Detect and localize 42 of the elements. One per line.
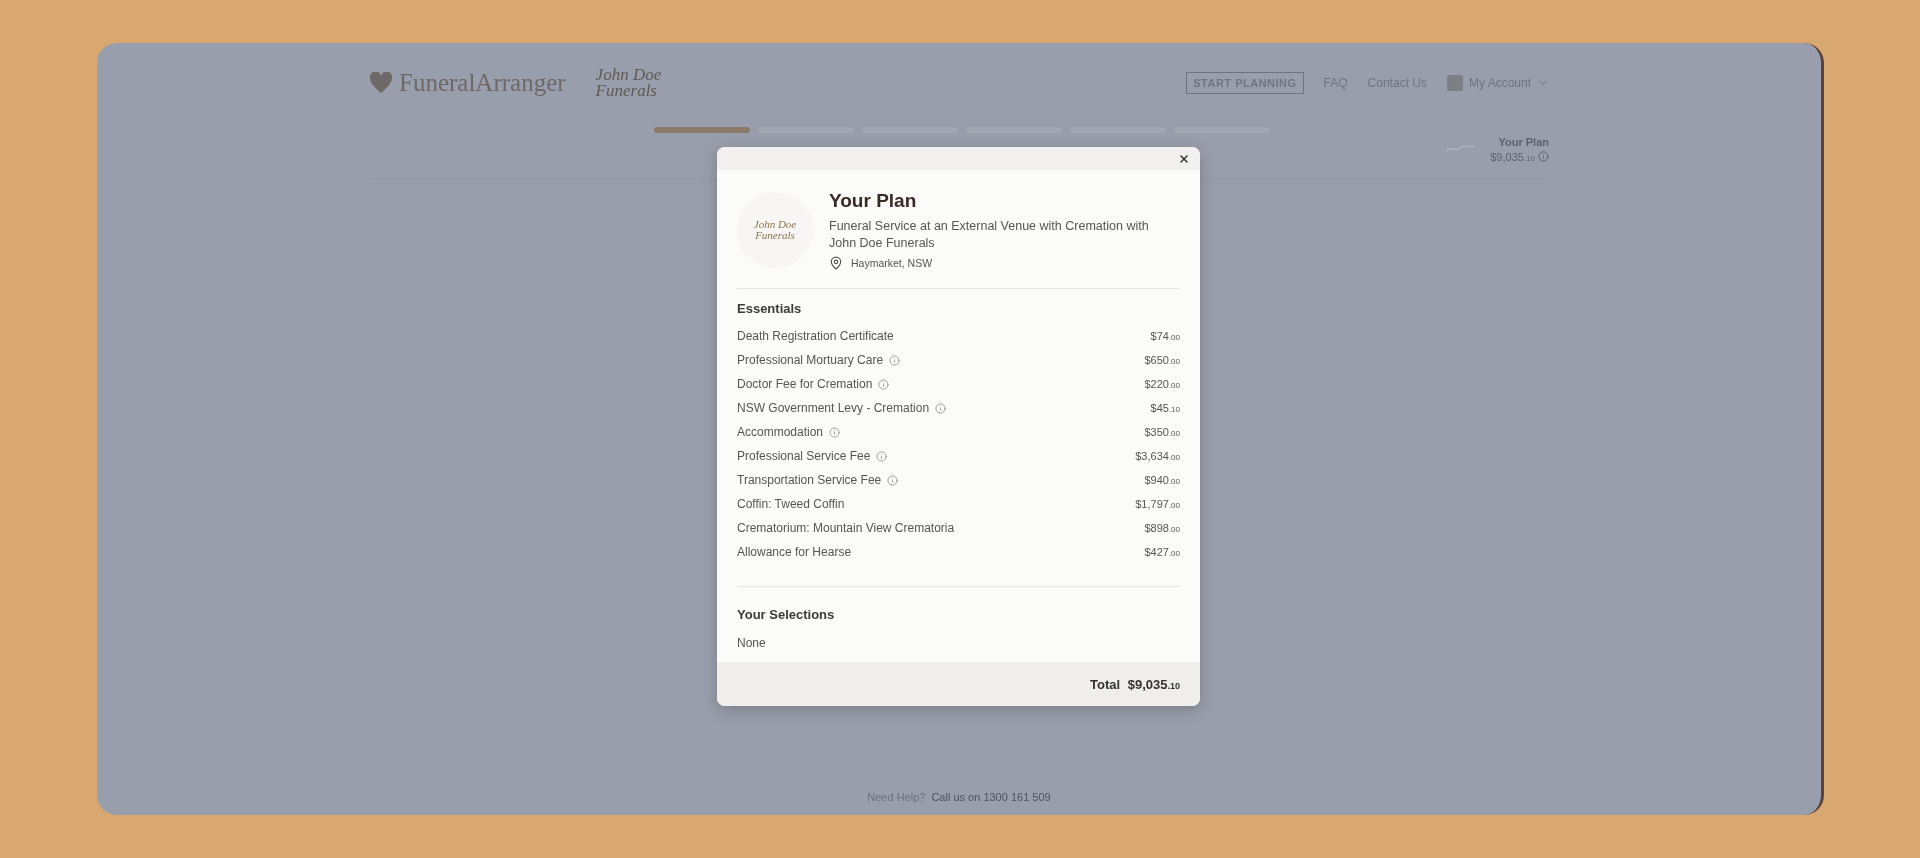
fee-name: Allowance for Hearse (737, 545, 852, 559)
plan-title: Your Plan (1498, 135, 1549, 148)
selections-text: None (737, 636, 767, 650)
help-phone-text: Call us on 1300 161 509 (931, 791, 1051, 803)
info-icon[interactable] (887, 474, 899, 486)
fee-name: Coffin: Tweed Coffin (737, 497, 845, 511)
brand-name: FuneralArranger (399, 69, 566, 97)
fee-price: $650.00 (1144, 354, 1180, 366)
fee-name: NSW Government Levy - Cremation (737, 401, 930, 415)
info-icon[interactable] (1538, 151, 1549, 162)
info-icon[interactable] (889, 354, 901, 366)
heart-logo-icon (369, 72, 393, 94)
fee-price: $45.10 (1150, 402, 1180, 414)
fee-price: $1,797.00 (1135, 498, 1180, 510)
fee-price: $898.00 (1144, 522, 1180, 534)
fee-name: Accommodation (737, 425, 824, 439)
section-heading: Your Selections (737, 607, 836, 622)
fee-price: $220.00 (1144, 378, 1180, 390)
info-icon[interactable] (876, 450, 888, 462)
fee-name: Professional Service Fee (737, 449, 871, 463)
fee-name: Transportation Service Fee (737, 473, 882, 487)
fee-price: $3,634.00 (1135, 450, 1180, 462)
fee-price: $350.00 (1144, 426, 1180, 438)
info-icon[interactable] (935, 402, 947, 414)
fee-price: $940.00 (1144, 474, 1180, 486)
plan-description: Funeral Service at an External Venue with Cremation with John Doe Funerals (829, 218, 1150, 252)
fee-price: $427.00 (1144, 546, 1180, 558)
location-text: Haymarket, NSW (851, 257, 933, 269)
info-icon[interactable] (878, 378, 890, 390)
info-icon[interactable] (829, 426, 841, 438)
close-button[interactable] (1178, 152, 1190, 165)
section-heading: Essentials (737, 301, 803, 316)
partner-logo: John Doe Funerals (595, 67, 663, 99)
fee-name: Professional Mortuary Care (737, 353, 884, 367)
dialog-title: Your Plan (829, 190, 918, 212)
fee-name: Death Registration Certificate (737, 329, 894, 343)
fee-name: Doctor Fee for Cremation (737, 377, 873, 391)
partner-logo: John Doe Funerals (737, 192, 813, 268)
fee-name: Crematorium: Mountain View Crematoria (737, 521, 955, 535)
fee-price: $74.00 (1150, 330, 1180, 342)
location-pin-icon (829, 256, 843, 270)
total-price: Total $9,035.10 (1090, 676, 1180, 692)
